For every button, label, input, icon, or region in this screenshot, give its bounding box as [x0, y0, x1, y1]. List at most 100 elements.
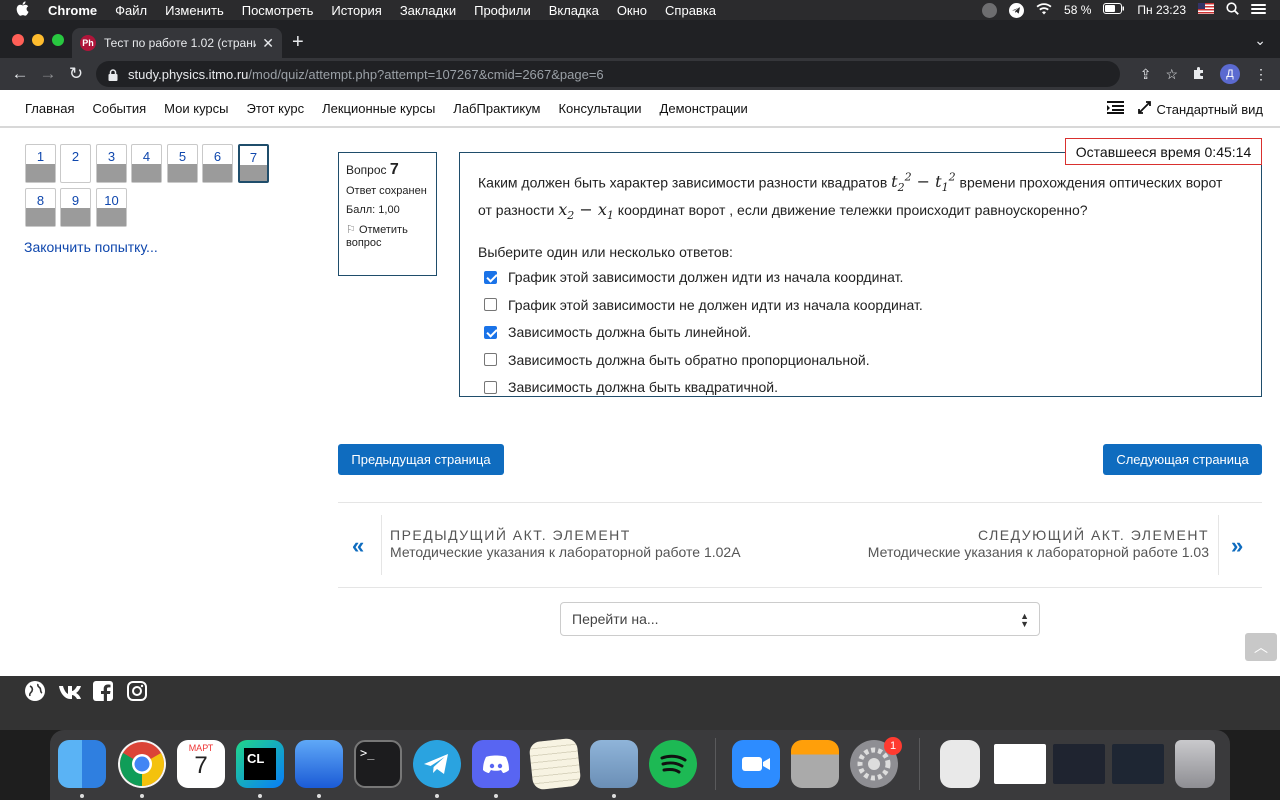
calendar-day: 7 [194, 752, 208, 779]
globe-icon[interactable] [24, 680, 46, 702]
quiz-nav-button[interactable]: 10 [96, 188, 127, 227]
profile-avatar[interactable]: Д [1220, 64, 1240, 84]
answer-checkbox[interactable] [484, 298, 497, 312]
preview-app-icon[interactable] [590, 740, 638, 788]
quiz-nav-button[interactable]: 3 [96, 144, 127, 183]
telegram-app-icon[interactable] [413, 740, 461, 788]
standard-view-toggle[interactable]: Стандартный вид [1137, 101, 1263, 117]
tab-search-chevron-icon[interactable]: ⌄ [1254, 32, 1266, 49]
answer-option[interactable]: График этой зависимости не должен идти и… [478, 291, 1243, 319]
flag-question-toggle[interactable]: ⚐ Отметить вопрос [346, 224, 429, 250]
quiz-nav-button[interactable]: 6 [202, 144, 233, 183]
address-bar[interactable]: study.physics.itmo.ru /mod/quiz/attempt.… [96, 61, 1120, 87]
site-footer [0, 676, 1280, 730]
quiz-nav-button[interactable]: 2 [60, 144, 91, 183]
forward-arrow-icon[interactable]: → [34, 64, 62, 84]
answer-checkbox[interactable] [484, 325, 497, 339]
control-center-icon[interactable] [1251, 3, 1266, 18]
discord-app-icon[interactable] [472, 740, 520, 788]
previous-page-button[interactable]: Предыдущая страница [338, 444, 504, 475]
nav-this-course[interactable]: Этот курс [247, 101, 305, 116]
vk-icon[interactable] [58, 680, 81, 702]
quiz-nav-button[interactable]: 4 [131, 144, 162, 183]
menu-tab[interactable]: Вкладка [549, 3, 599, 18]
xcode-app-icon[interactable] [295, 740, 343, 788]
answer-checkbox[interactable] [484, 353, 497, 367]
nav-lab-practicum[interactable]: ЛабПрактикум [453, 101, 540, 116]
menu-app-name[interactable]: Chrome [48, 3, 97, 18]
disk-image-file-icon[interactable] [940, 740, 980, 788]
jump-to-select[interactable]: Перейти на... ▲ ▼ [560, 602, 1040, 636]
trash-icon[interactable] [1175, 740, 1215, 788]
calculator-app-icon[interactable] [791, 740, 839, 788]
terminal-app-icon[interactable]: >_ [354, 740, 402, 788]
new-tab-icon[interactable]: + [292, 32, 304, 52]
spotify-app-icon[interactable] [649, 740, 697, 788]
next-activity-name: Методические указания к лабораторной раб… [867, 544, 1209, 560]
next-page-button[interactable]: Следующая страница [1103, 444, 1262, 475]
nav-home[interactable]: Главная [25, 101, 74, 116]
downloads-folder-icon[interactable] [1112, 744, 1164, 784]
zoom-app-icon[interactable] [732, 740, 780, 788]
calendar-app-icon[interactable]: МАРТ 7 [177, 740, 225, 788]
menu-bookmarks[interactable]: Закладки [400, 3, 456, 18]
quiz-nav-button-current[interactable]: 7 [238, 144, 269, 183]
menu-profiles[interactable]: Профили [474, 3, 531, 18]
prev-activity-chevron-icon[interactable]: « [352, 533, 364, 559]
bookmark-star-icon[interactable]: ☆ [1165, 66, 1178, 83]
nav-demonstrations[interactable]: Демонстрации [660, 101, 748, 116]
close-window-button[interactable] [12, 34, 24, 46]
back-arrow-icon[interactable]: ← [6, 64, 34, 84]
menu-history[interactable]: История [331, 3, 381, 18]
menu-file[interactable]: Файл [115, 3, 147, 18]
nav-my-courses[interactable]: Мои курсы [164, 101, 228, 116]
clion-app-icon[interactable]: CL [236, 740, 284, 788]
textedit-app-icon[interactable] [528, 737, 582, 791]
minimize-window-button[interactable] [32, 34, 44, 46]
extensions-puzzle-icon[interactable] [1192, 66, 1206, 83]
menu-view[interactable]: Посмотреть [242, 3, 314, 18]
block-drawer-icon[interactable] [1106, 101, 1124, 117]
status-dot-icon[interactable] [982, 2, 998, 18]
battery-icon[interactable] [1103, 3, 1125, 17]
share-icon[interactable]: ⇪ [1140, 66, 1152, 83]
screenshot-thumbnail-icon[interactable] [1053, 744, 1105, 784]
zoom-window-button[interactable] [52, 34, 64, 46]
browser-tab[interactable]: Ph Тест по работе 1.02 (страниц ✕ [72, 28, 282, 58]
wifi-icon[interactable] [1036, 2, 1052, 18]
answer-option[interactable]: Зависимость должна быть линейной. [478, 319, 1243, 347]
answer-option[interactable]: Зависимость должна быть квадратичной. [478, 374, 1243, 402]
telegram-status-icon[interactable] [1009, 2, 1025, 18]
menu-window[interactable]: Окно [617, 3, 647, 18]
nav-lecture-courses[interactable]: Лекционные курсы [322, 101, 435, 116]
reload-icon[interactable]: ↻ [62, 64, 90, 84]
menu-edit[interactable]: Изменить [165, 3, 224, 18]
back-to-top-button[interactable]: ︿ [1245, 633, 1277, 661]
quiz-nav-button[interactable]: 8 [25, 188, 56, 227]
finish-attempt-link[interactable]: Закончить попытку... [24, 239, 158, 255]
question-state: Ответ сохранен [346, 185, 427, 197]
browser-menu-icon[interactable]: ⋮ [1254, 66, 1268, 83]
us-flag-icon[interactable] [1198, 3, 1214, 17]
spotlight-search-icon[interactable] [1226, 2, 1239, 18]
answer-option[interactable]: Зависимость должна быть обратно пропорци… [478, 346, 1243, 374]
chrome-app-icon[interactable] [118, 740, 166, 788]
clock[interactable]: Пн 23:23 [1137, 3, 1186, 17]
quiz-nav-button[interactable]: 1 [25, 144, 56, 183]
facebook-icon[interactable] [92, 680, 114, 702]
quiz-nav-button[interactable]: 9 [60, 188, 91, 227]
instagram-icon[interactable] [126, 680, 148, 702]
answer-checkbox[interactable] [484, 270, 497, 284]
answer-option[interactable]: График этой зависимости должен идти из н… [478, 264, 1243, 292]
finder-app-icon[interactable] [58, 740, 106, 788]
lock-icon[interactable] [108, 68, 118, 81]
document-thumbnail-icon[interactable] [994, 744, 1046, 784]
nav-consultations[interactable]: Консультации [558, 101, 641, 116]
nav-events[interactable]: События [92, 101, 146, 116]
apple-menu-icon[interactable] [16, 1, 30, 19]
answer-checkbox[interactable] [484, 380, 497, 394]
menu-help[interactable]: Справка [665, 3, 716, 18]
close-tab-icon[interactable]: ✕ [262, 35, 274, 52]
next-activity-chevron-icon[interactable]: » [1231, 533, 1243, 559]
quiz-nav-button[interactable]: 5 [167, 144, 198, 183]
